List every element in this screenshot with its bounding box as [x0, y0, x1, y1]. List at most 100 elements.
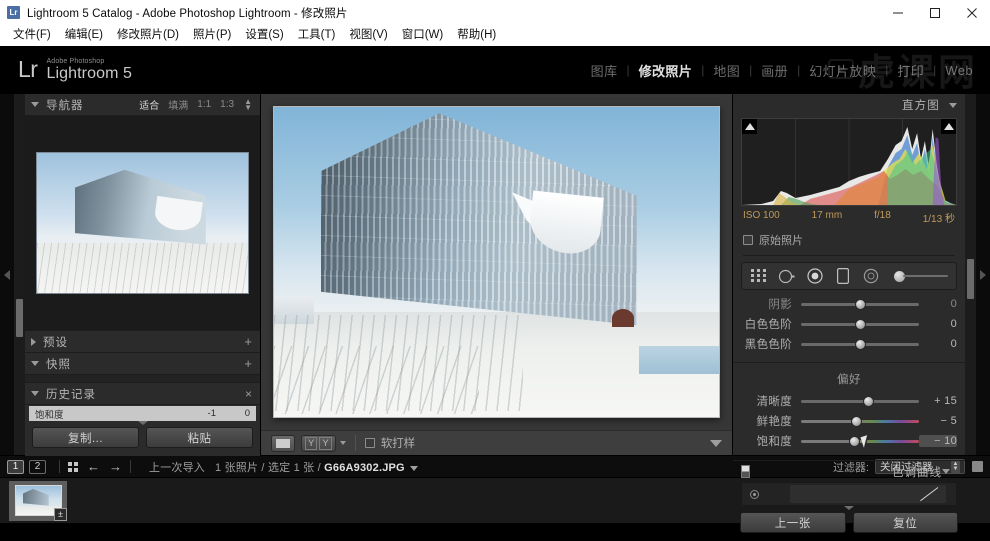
paste-button[interactable]: 粘贴	[146, 427, 253, 448]
filmstrip-source[interactable]: 上一次导入	[149, 459, 205, 475]
screen-1-button[interactable]: 1	[7, 459, 24, 474]
graduated-filter-icon[interactable]	[834, 267, 852, 285]
menu-develop[interactable]: 修改照片(D)	[110, 25, 186, 46]
triangle-down-icon[interactable]	[942, 469, 950, 474]
slider-track[interactable]	[801, 435, 919, 447]
previous-button[interactable]: 上一张	[740, 512, 846, 533]
screen-2-button[interactable]: 2	[29, 459, 46, 474]
history-header[interactable]: 历史记录 ×	[25, 383, 260, 405]
back-arrow-icon[interactable]: ←	[87, 460, 100, 473]
filmstrip-thumbnail-cell[interactable]: ±	[9, 480, 67, 521]
triangle-right-icon[interactable]	[31, 337, 36, 346]
menu-settings[interactable]: 设置(S)	[238, 25, 290, 46]
close-button[interactable]	[953, 0, 990, 25]
snapshots-header[interactable]: 快照 +	[25, 353, 260, 375]
navigator-header[interactable]: 导航器 适合 填满 1:1 1:3 ▲ ▼	[25, 94, 260, 116]
photo-canvas[interactable]	[261, 94, 732, 430]
radial-filter-icon[interactable]	[862, 267, 880, 285]
develop-badge-icon[interactable]: ±	[54, 507, 67, 521]
menu-window[interactable]: 窗口(W)	[395, 25, 451, 46]
slider-knob[interactable]	[862, 395, 874, 407]
before-after-button[interactable]: Y Y	[301, 434, 336, 452]
checkbox-icon[interactable]	[364, 438, 375, 448]
triangle-down-icon[interactable]	[31, 102, 39, 107]
slider-track[interactable]	[903, 275, 948, 277]
forward-arrow-icon[interactable]: →	[109, 460, 122, 473]
spot-removal-icon[interactable]	[778, 267, 796, 285]
zoom-mode-custom[interactable]: 1:3	[220, 99, 234, 110]
right-panel-collapse-strip[interactable]	[976, 94, 990, 455]
shadow-clipping-indicator[interactable]	[742, 119, 757, 134]
menu-help[interactable]: 帮助(H)	[450, 25, 503, 46]
scrollbar-thumb[interactable]	[967, 259, 974, 299]
left-panel-scrollbar[interactable]	[14, 94, 25, 455]
original-photo-toggle[interactable]: 原始照片	[743, 232, 955, 256]
module-book[interactable]: 画册	[752, 61, 797, 80]
module-develop[interactable]: 修改照片	[630, 61, 702, 80]
slider-track[interactable]	[801, 318, 919, 330]
menu-view[interactable]: 视图(V)	[342, 25, 394, 46]
histogram-widget[interactable]	[741, 118, 957, 206]
menu-photo[interactable]: 照片(P)	[186, 25, 238, 46]
module-web[interactable]: Web	[936, 63, 982, 78]
module-map[interactable]: 地图	[704, 61, 749, 80]
reset-button[interactable]: 复位	[852, 512, 958, 533]
module-library[interactable]: 图库	[582, 61, 627, 80]
slider-clarity[interactable]: 清晰度 + 15	[741, 393, 957, 409]
menu-edit[interactable]: 编辑(E)	[58, 25, 110, 46]
slider-whites[interactable]: 白色色阶 0	[741, 316, 957, 332]
presets-header[interactable]: 预设 +	[25, 331, 260, 353]
history-list-item[interactable]: 饱和度 -1 0	[29, 406, 256, 421]
maximize-button[interactable]	[916, 0, 953, 25]
module-slideshow[interactable]: 幻灯片放映	[800, 61, 885, 80]
chevron-down-icon[interactable]	[339, 441, 346, 445]
copy-button[interactable]: 复制...	[32, 427, 139, 448]
filter-lock-icon[interactable]	[972, 461, 983, 472]
histogram-header[interactable]: 直方图	[733, 94, 965, 116]
main-photo[interactable]	[273, 106, 720, 418]
menu-file[interactable]: 文件(F)	[6, 25, 58, 46]
chevron-right-icon[interactable]	[980, 269, 986, 280]
right-panel-scrollbar[interactable]	[965, 94, 976, 455]
highlight-clipping-indicator[interactable]	[941, 119, 956, 134]
loupe-view-button[interactable]	[271, 434, 295, 452]
slider-saturation[interactable]: 饱和度 − 10	[741, 433, 957, 449]
chevron-down-icon[interactable]	[710, 439, 722, 447]
tone-curve-target-icon[interactable]	[750, 490, 759, 499]
red-eye-icon[interactable]	[806, 267, 824, 285]
slider-knob[interactable]	[848, 435, 860, 447]
add-preset-button[interactable]: +	[244, 335, 252, 348]
zoom-mode-1-1[interactable]: 1:1	[197, 99, 211, 110]
slider-track[interactable]	[801, 395, 919, 407]
zoom-stepper-icon[interactable]: ▲ ▼	[244, 97, 252, 111]
identity-plate[interactable]: Lr Adobe Photoshop Lightroom 5	[0, 58, 132, 82]
tool-amount-slider[interactable]	[894, 270, 948, 282]
slider-knob[interactable]	[850, 415, 862, 427]
slider-track[interactable]	[801, 298, 919, 310]
add-snapshot-button[interactable]: +	[244, 357, 252, 370]
menu-tools[interactable]: 工具(T)	[291, 25, 343, 46]
scrollbar-thumb[interactable]	[16, 299, 23, 337]
tone-curve-graph[interactable]	[741, 482, 957, 506]
minimize-button[interactable]	[879, 0, 916, 25]
slider-vibrance[interactable]: 鲜艳度 − 5	[741, 413, 957, 429]
grid-view-icon[interactable]	[68, 461, 78, 472]
zoom-mode-fit[interactable]: 适合	[139, 97, 159, 112]
clear-history-button[interactable]: ×	[245, 388, 252, 400]
tone-curve-header[interactable]: 色调曲线	[733, 460, 965, 482]
slider-knob[interactable]	[854, 298, 866, 310]
slider-track[interactable]	[801, 415, 919, 427]
crop-overlay-icon[interactable]	[750, 267, 768, 285]
module-print[interactable]: 打印	[888, 61, 933, 80]
triangle-down-icon[interactable]	[949, 102, 957, 108]
checkbox-icon[interactable]	[743, 235, 753, 245]
triangle-down-icon[interactable]	[31, 391, 39, 396]
slider-knob[interactable]	[854, 318, 866, 330]
soft-proofing-toggle[interactable]: 软打样	[364, 435, 415, 451]
chevron-down-icon[interactable]	[409, 465, 418, 471]
slider-knob[interactable]	[854, 338, 866, 350]
triangle-down-icon[interactable]	[31, 361, 39, 366]
slider-blacks[interactable]: 黑色色阶 0	[741, 336, 957, 352]
slider-track[interactable]	[801, 338, 919, 350]
left-panel-collapse-strip[interactable]	[0, 94, 14, 455]
